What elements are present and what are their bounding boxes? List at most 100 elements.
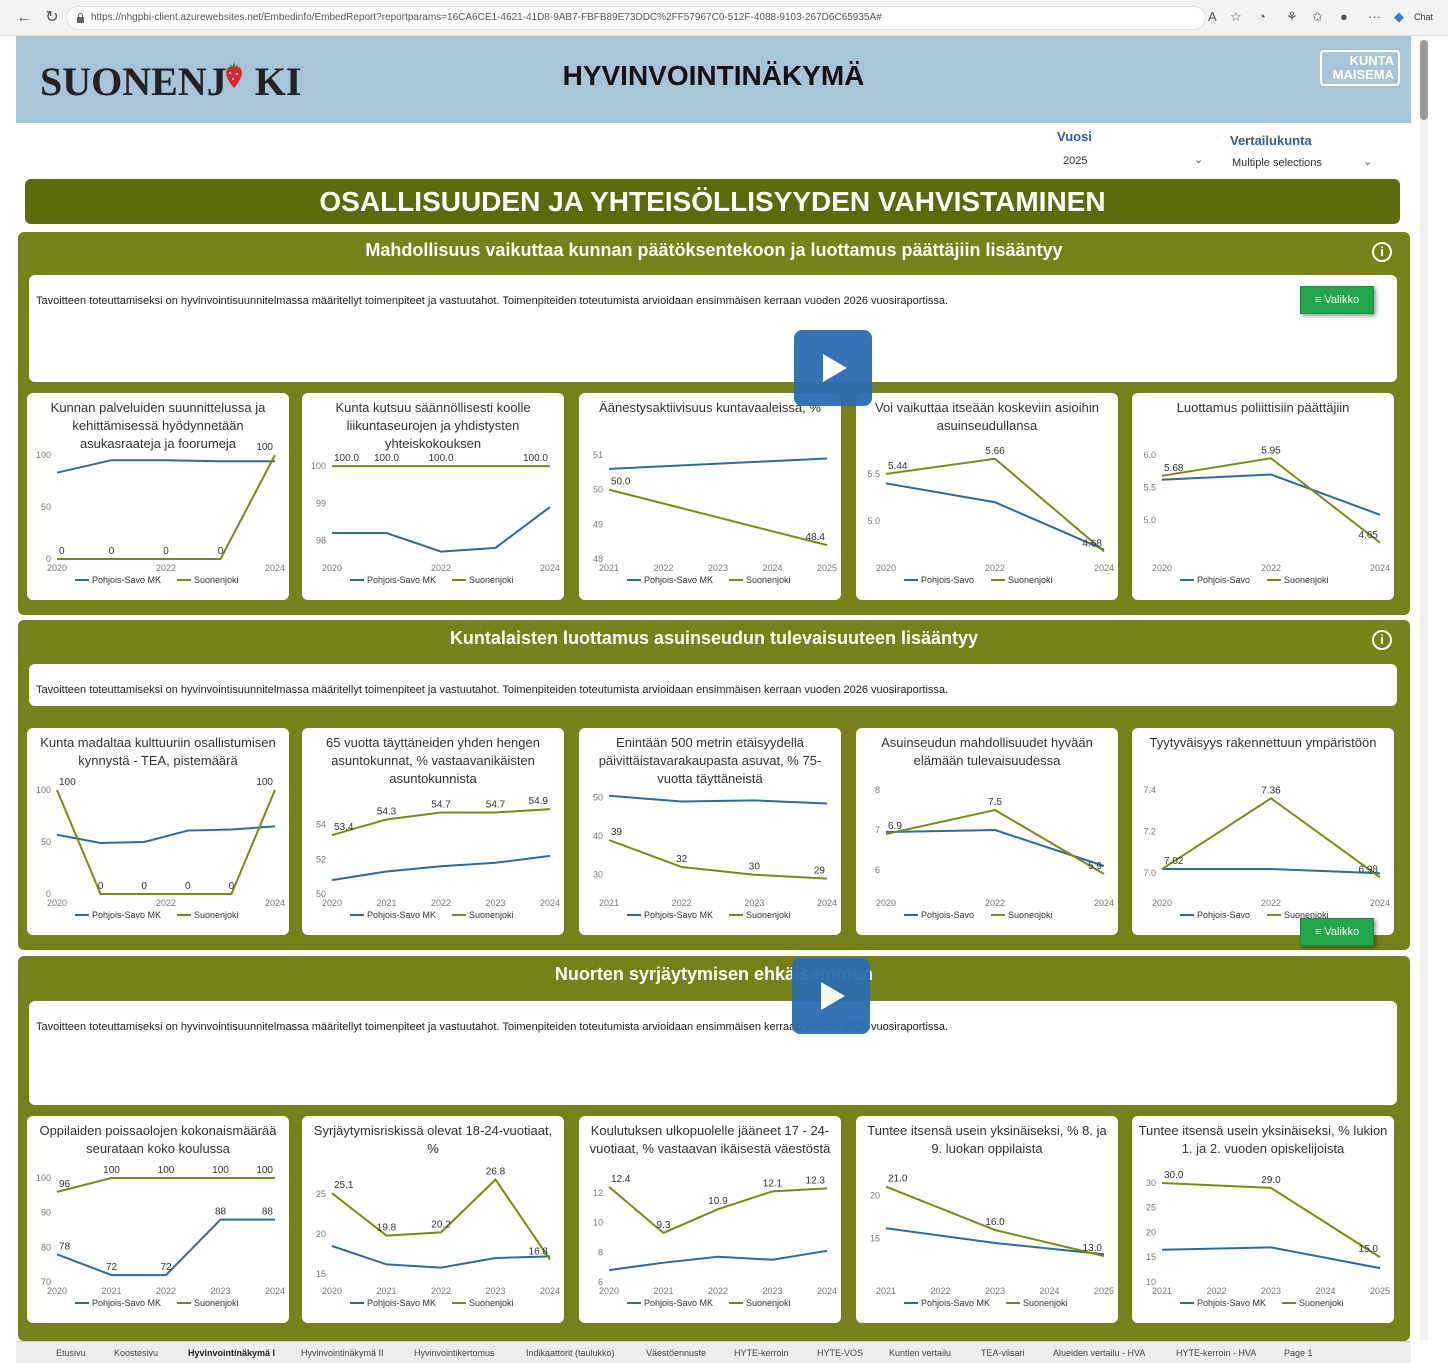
tab-0[interactable]: Etusivu [56, 1348, 86, 1358]
chart-card[interactable]: 10 15 20 25 30 2021 2022 2023 2024 2025 30.0 29.0 15… [1132, 1116, 1394, 1323]
info-icon[interactable]: i [1372, 242, 1392, 262]
chart-card[interactable]: 7.0 7.2 7.4 2020 2022 2024 7.02 7.36 6.98 Pohjois… [1132, 728, 1394, 935]
chart-card[interactable]: 48 49 50 51 2021 2022 2023 2024 2025 50.0 48.4 Pohj… [579, 393, 841, 600]
x-tick-label: 2024 [265, 1286, 285, 1296]
section-description: Tavoitteen toteuttamiseksi on hyvinvoint… [36, 295, 949, 307]
extensions-icon[interactable]: ⚘ [1286, 9, 1298, 25]
compare-slicer-value[interactable]: Multiple selections [1232, 157, 1322, 169]
data-label: 100.0 [428, 453, 453, 464]
x-tick-label: 2023 [210, 1286, 230, 1296]
x-tick-label: 2022 [653, 563, 673, 573]
chat-label[interactable]: Chat [1414, 12, 1433, 22]
chart-title: Tyytyväisyys rakennettuun ympäristöön [1149, 735, 1377, 750]
copilot-icon[interactable]: ◆ [1394, 9, 1404, 25]
legend-label: Suonenjoki [469, 910, 514, 920]
data-label: 54.7 [486, 800, 506, 811]
legend-label: Pohjois-Savo MK [92, 575, 161, 585]
data-label: 6.9 [888, 821, 902, 832]
scrollbar-thumb[interactable] [1420, 40, 1428, 120]
data-label: 54.7 [431, 800, 451, 811]
x-tick-label: 2023 [762, 1286, 782, 1296]
x-tick-label: 2023 [708, 563, 728, 573]
reload-icon[interactable]: ↻ [42, 8, 62, 28]
legend-label: Pohjois-Savo [921, 575, 974, 585]
video-play-button[interactable] [792, 958, 870, 1034]
x-tick-label: 2024 [1039, 1286, 1059, 1296]
data-label: 5.44 [888, 461, 908, 472]
series-line-suonenjoki [1161, 797, 1381, 879]
x-tick-label: 2021 [653, 1286, 673, 1296]
tab-12[interactable]: HYTE-kerroin - HVA [1176, 1348, 1256, 1358]
data-label: 100.0 [374, 453, 399, 464]
y-tick-label: 80 [41, 1242, 51, 1252]
year-slicer-value[interactable]: 2025 [1063, 155, 1087, 167]
tab-3[interactable]: Hyvinvointinäkymä II [301, 1348, 384, 1358]
tab-6[interactable]: Väestöennuste [646, 1348, 706, 1358]
address-bar[interactable]: https://nhgpbi-client.azurewebsites.net/… [66, 6, 1206, 30]
line-chart: 484950512021 2022 2023 2024 202550.048.4Pohj… [593, 450, 837, 585]
chart-card[interactable]: 15 20 25 2020 2021 2022 2023 2024 25.1 19.8 20.2 26… [302, 1116, 564, 1323]
chart-title: Tuntee itsensä usein yksinäiseksi, % 8. … [867, 1123, 1107, 1156]
favorites-bar-icon[interactable]: ✩ [1312, 9, 1323, 25]
chart-card[interactable]: 5.0 5.5 2020 2022 2024 5.44 5.66 4.68 Pohjois-Sa… [856, 393, 1118, 600]
tab-9[interactable]: Kuntien vertailu [889, 1348, 951, 1358]
chart-card[interactable]: 6 8 10 12 2020 2021 2022 2023 2024 12.4 9.3 10.9 12.… [579, 1116, 841, 1323]
data-label: 5.95 [1261, 445, 1281, 456]
read-aloud-icon[interactable]: A [1208, 9, 1217, 24]
chart-card[interactable]: 0 50 100 2020 2022 2024 100 0 0 0 0 100 Pohjois-Savo… [27, 728, 289, 935]
data-label: 0 [141, 881, 147, 892]
y-tick-label: 54 [316, 820, 326, 830]
valikko-button[interactable]: ≡ Valikko [1300, 918, 1374, 946]
y-tick-label: 10 [593, 1218, 603, 1228]
chart-card[interactable]: 5.0 5.5 6.0 2020 2022 2024 5.68 5.95 4.65 Pohjois… [1132, 393, 1394, 600]
data-label: 54.9 [529, 796, 549, 807]
tab-2[interactable]: Hyvinvointinäkymä I [188, 1348, 275, 1358]
section-description: Tavoitteen toteuttamiseksi on hyvinvoint… [36, 684, 949, 696]
data-label: 25.1 [334, 1180, 354, 1191]
data-label: 88 [262, 1207, 274, 1218]
data-label: 100 [256, 1165, 273, 1176]
series-line-suonenjoki [1161, 457, 1381, 544]
chart-card[interactable]: 70 80 90 100 2020 2021 2022 2023 2024 96 100 100 100… [27, 1116, 289, 1323]
refresh-extension-icon[interactable]: ◔ [1258, 9, 1266, 24]
data-label: 20.2 [431, 1219, 451, 1230]
tab-11[interactable]: Alueiden vertailu - HVA [1053, 1348, 1145, 1358]
data-label: 48.4 [806, 532, 826, 543]
data-label: 7.36 [1261, 785, 1281, 796]
x-tick-label: 2022 [156, 563, 176, 573]
data-label: 0 [185, 881, 191, 892]
y-tick-label: 15 [1146, 1252, 1156, 1262]
tab-10[interactable]: TEA-viisari [981, 1348, 1025, 1358]
chevron-down-icon[interactable]: ⌄ [1363, 155, 1372, 168]
tab-8[interactable]: HYTE-VOS [817, 1348, 863, 1358]
video-play-button[interactable] [794, 330, 872, 406]
x-tick-label: 2021 [1152, 1286, 1172, 1296]
profile-icon[interactable]: ● [1340, 9, 1348, 24]
chart-card[interactable]: 98 99 100 2020 2022 2024 100.0 100.0 100.0 100.0 P… [302, 393, 564, 600]
chart-card[interactable]: 15 20 2021 2022 2023 2024 2025 21.0 16.0 13.0 Pohj… [856, 1116, 1118, 1323]
data-label: 7.02 [1164, 856, 1184, 867]
scrollbar-track[interactable] [1420, 40, 1428, 1340]
tab-4[interactable]: Hyvinvointikertomus [414, 1348, 495, 1358]
legend-label: Pohjois-Savo MK [367, 575, 436, 585]
more-icon[interactable]: ··· [1368, 9, 1381, 24]
valikko-button[interactable]: ≡ Valikko [1300, 286, 1374, 314]
chevron-down-icon[interactable]: ⌄ [1194, 153, 1203, 166]
tab-5[interactable]: Indikaattorit (taulukko) [526, 1348, 615, 1358]
back-icon[interactable]: ← [14, 8, 34, 28]
x-tick-label: 2023 [485, 1286, 505, 1296]
chart-title: Voi vaikuttaa itseään koskeviin asioihin… [874, 400, 1100, 433]
tab-7[interactable]: HYTE-kerroin [734, 1348, 789, 1358]
info-icon[interactable]: i [1372, 630, 1392, 650]
y-tick-label: 15 [870, 1234, 880, 1244]
data-label: 100 [158, 1165, 175, 1176]
favorite-icon[interactable]: ☆ [1230, 9, 1242, 25]
chart-card[interactable]: 50 52 54 2020 2021 2022 2023 2024 53.4 54.3 54.7 54… [302, 728, 564, 935]
x-tick-label: 2021 [599, 898, 619, 908]
chart-card[interactable]: 0 50 100 2020 2022 2024 0 0 0 0 100 Pohjois-Savo MK… [27, 393, 289, 600]
chart-title: Asuinseudun mahdollisuudet hyvään elämää… [881, 735, 1093, 768]
chart-card[interactable]: 30 40 50 2021 2022 2023 2024 39 32 30 29 Pohjois-Sa… [579, 728, 841, 935]
tab-1[interactable]: Koostesivu [114, 1348, 158, 1358]
chart-card[interactable]: 6 7 8 2020 2022 2024 6.9 7.5 5.9 Pohjois-Savo Suon… [856, 728, 1118, 935]
tab-13[interactable]: Page 1 [1284, 1348, 1313, 1358]
